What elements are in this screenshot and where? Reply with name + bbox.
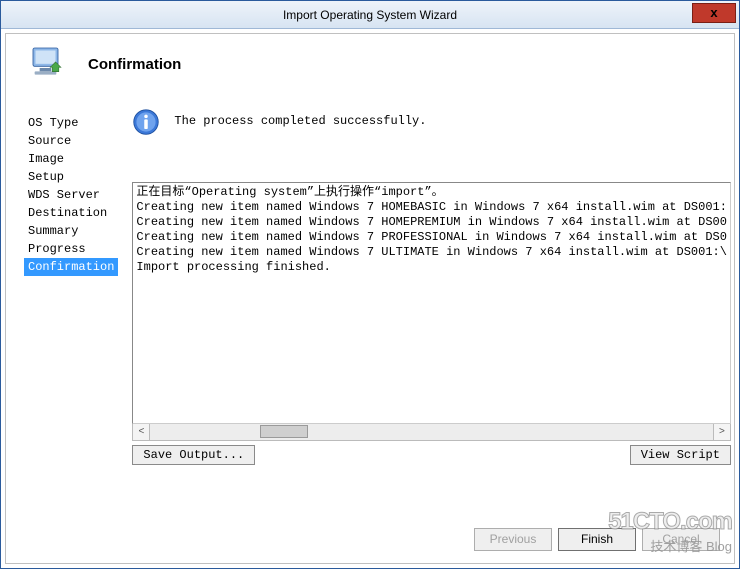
content-row: OS TypeSourceImageSetupWDS ServerDestina… — [6, 94, 734, 516]
inner-panel: Confirmation OS TypeSourceImageSetupWDS … — [5, 33, 735, 564]
output-line: Creating new item named Windows 7 HOMEPR… — [136, 215, 727, 230]
save-output-button[interactable]: Save Output... — [132, 445, 255, 465]
output-line: 正在目标“Operating system”上执行操作“import”。 — [136, 185, 727, 200]
output-buttons-row: Save Output... View Script — [132, 445, 731, 465]
scroll-thumb[interactable] — [260, 425, 308, 438]
main-pane: The process completed successfully. 正在目标… — [118, 94, 740, 516]
sidebar-step-image[interactable]: Image — [24, 150, 118, 168]
scroll-track[interactable] — [150, 424, 713, 440]
output-line: Creating new item named Windows 7 ULTIMA… — [136, 245, 727, 260]
wizard-buttons: Previous Finish Cancel — [6, 516, 734, 563]
wizard-steps-sidebar: OS TypeSourceImageSetupWDS ServerDestina… — [6, 94, 118, 516]
window-title: Import Operating System Wizard — [1, 8, 739, 22]
wizard-window: Import Operating System Wizard x Confirm… — [0, 0, 740, 569]
sidebar-step-summary[interactable]: Summary — [24, 222, 118, 240]
output-horizontal-scrollbar[interactable]: < > — [132, 424, 731, 441]
header-section: Confirmation — [6, 34, 734, 94]
body-area: Confirmation OS TypeSourceImageSetupWDS … — [1, 29, 739, 568]
cancel-button: Cancel — [642, 528, 720, 551]
previous-button: Previous — [474, 528, 552, 551]
scroll-right-arrow[interactable]: > — [713, 424, 730, 440]
computer-icon — [28, 43, 68, 86]
page-title: Confirmation — [88, 56, 181, 73]
output-line: Creating new item named Windows 7 HOMEBA… — [136, 200, 727, 215]
output-line: Import processing finished. — [136, 260, 727, 275]
sidebar-step-source[interactable]: Source — [24, 132, 118, 150]
titlebar: Import Operating System Wizard x — [1, 1, 739, 29]
info-icon — [132, 108, 160, 136]
scroll-left-arrow[interactable]: < — [133, 424, 150, 440]
sidebar-step-destination[interactable]: Destination — [24, 204, 118, 222]
sidebar-step-wds-server[interactable]: WDS Server — [24, 186, 118, 204]
sidebar-step-os-type[interactable]: OS Type — [24, 114, 118, 132]
status-row: The process completed successfully. — [132, 108, 731, 136]
view-script-button[interactable]: View Script — [630, 445, 731, 465]
sidebar-step-progress[interactable]: Progress — [24, 240, 118, 258]
finish-button[interactable]: Finish — [558, 528, 636, 551]
output-line: Creating new item named Windows 7 PROFES… — [136, 230, 727, 245]
close-button[interactable]: x — [692, 3, 736, 23]
output-container: 正在目标“Operating system”上执行操作“import”。Crea… — [132, 182, 731, 441]
status-message: The process completed successfully. — [174, 108, 426, 128]
sidebar-step-setup[interactable]: Setup — [24, 168, 118, 186]
sidebar-step-confirmation[interactable]: Confirmation — [24, 258, 118, 276]
output-textbox[interactable]: 正在目标“Operating system”上执行操作“import”。Crea… — [132, 182, 731, 424]
